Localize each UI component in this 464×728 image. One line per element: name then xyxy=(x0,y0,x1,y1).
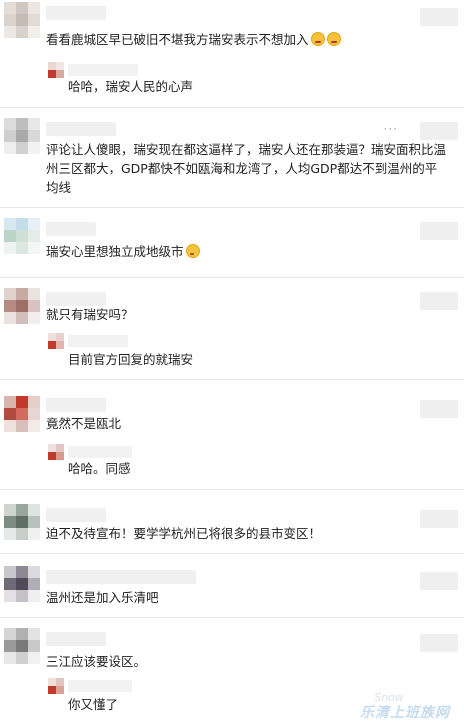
comment-text: 竟然不是瓯北 xyxy=(46,416,122,431)
username-blur xyxy=(46,508,106,522)
reply-avatar[interactable] xyxy=(48,333,64,349)
watermark: 乐清上班族网 xyxy=(360,705,450,721)
reply-text: 哈哈。同感 xyxy=(68,461,131,476)
more-icon[interactable]: ··· xyxy=(384,122,398,136)
username-blur xyxy=(46,6,106,20)
username-blur xyxy=(46,570,196,584)
comment-item: ··· 评论让人傻眼，瑞安现在都这逼样了，瑞安人还在那装逼？瑞安面积比温州三区都… xyxy=(0,108,464,208)
comment-item: 温州还是加入乐清吧 xyxy=(0,554,464,618)
timestamp-blur xyxy=(420,222,458,240)
avatar[interactable] xyxy=(4,504,40,540)
comment-text: 三江应该要设区。 xyxy=(46,654,147,669)
grimace-emoji-icon xyxy=(310,32,325,46)
comment-text: 看看鹿城区早已破旧不堪我方瑞安表示不想加入 xyxy=(46,30,448,49)
reply-avatar[interactable] xyxy=(48,62,64,78)
avatar[interactable] xyxy=(4,566,40,602)
reply-avatar[interactable] xyxy=(48,444,64,460)
timestamp-blur xyxy=(420,634,458,652)
reply-text: 哈哈，瑞安人民的心声 xyxy=(68,79,194,94)
timestamp-blur xyxy=(420,8,458,26)
username-blur xyxy=(46,632,106,646)
username-blur xyxy=(46,122,116,136)
username-blur xyxy=(46,222,96,236)
reply-username-blur xyxy=(68,446,132,458)
avatar[interactable] xyxy=(4,218,40,254)
comment-item: 就只有瑞安吗？ 目前官方回复的就瑞安 xyxy=(0,278,464,380)
thinking-emoji-icon xyxy=(185,244,200,258)
comment-item: 迫不及待宣布！要学学杭州已将很多的县市变区！ xyxy=(0,490,464,554)
avatar[interactable] xyxy=(4,2,40,38)
avatar[interactable] xyxy=(4,628,40,664)
comment-text: 就只有瑞安吗？ xyxy=(46,307,134,322)
timestamp-blur xyxy=(420,122,458,140)
comment-item: 看看鹿城区早已破旧不堪我方瑞安表示不想加入 哈哈，瑞安人民的心声 xyxy=(0,0,464,108)
username-blur xyxy=(46,398,106,412)
reply-avatar[interactable] xyxy=(48,678,64,694)
reply-username-blur xyxy=(68,335,128,347)
reply-username-blur xyxy=(68,64,138,76)
reply-text: 目前官方回复的就瑞安 xyxy=(68,352,194,367)
avatar[interactable] xyxy=(4,118,40,154)
comment-text: 瑞安心里想独立成地级市 xyxy=(46,242,448,261)
comment-text: 评论让人傻眼，瑞安现在都这逼样了，瑞安人还在那装逼？瑞安面积比温州三区都大，GD… xyxy=(46,142,447,195)
grimace-emoji-icon xyxy=(326,32,341,46)
comment-item: 瑞安心里想独立成地级市 xyxy=(0,208,464,278)
reply-text: 你又懂了 xyxy=(68,697,119,712)
reply-username-blur xyxy=(68,680,132,692)
avatar[interactable] xyxy=(4,288,40,324)
username-blur xyxy=(46,292,106,306)
comment-item: 竟然不是瓯北 哈哈。同感 xyxy=(0,380,464,490)
comment-text: 温州还是加入乐清吧 xyxy=(46,590,159,605)
comment-text: 迫不及待宣布！要学学杭州已将很多的县市变区！ xyxy=(46,526,322,541)
avatar[interactable] xyxy=(4,396,40,432)
